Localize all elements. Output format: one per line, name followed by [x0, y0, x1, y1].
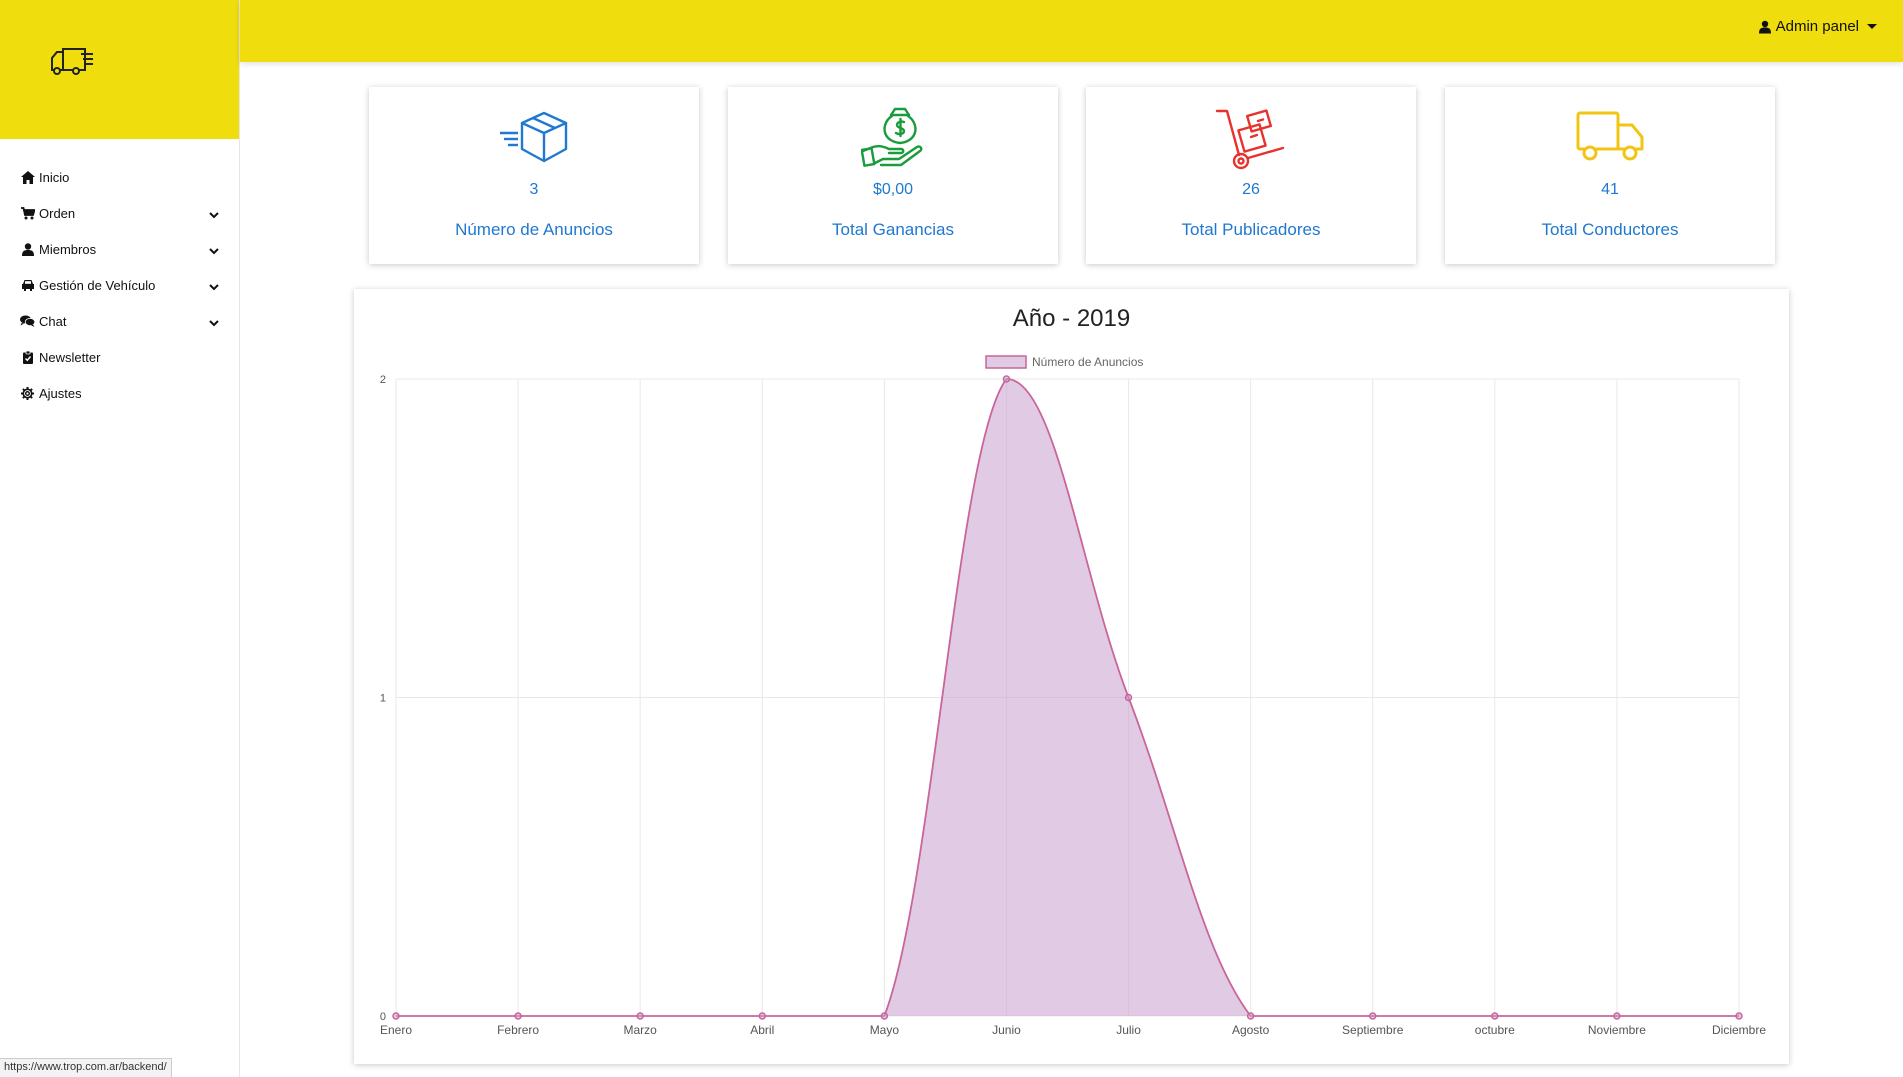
home-icon — [20, 170, 35, 185]
stat-value: 41 — [1601, 181, 1619, 198]
x-tick-label: Enero — [380, 1023, 412, 1037]
sidebar-item-label: Miembros — [39, 241, 97, 257]
stat-label: Total Conductores — [1541, 220, 1679, 239]
box-icon — [500, 111, 568, 163]
stat-value: $0,00 — [872, 181, 914, 198]
cart-icon — [20, 206, 35, 221]
user-icon — [20, 242, 35, 257]
stat-card-anuncios[interactable]: 3 Número de Anuncios — [369, 87, 699, 264]
stat-card-conductores[interactable]: 41 Total Conductores — [1445, 87, 1775, 264]
stat-value: 3 — [529, 181, 539, 198]
x-tick-label: octubre — [1475, 1023, 1515, 1037]
sidebar-menu: Inicio Orden Miembros Gestión de Vehícul… — [0, 139, 239, 411]
x-tick-label: Marzo — [624, 1023, 658, 1037]
x-tick-label: Mayo — [870, 1023, 900, 1037]
status-bar-url: https://www.trop.com.ar/backend/ — [0, 1058, 172, 1077]
car-icon — [20, 278, 35, 293]
data-point — [1246, 1012, 1255, 1020]
x-tick-label: Junio — [992, 1023, 1021, 1037]
data-point — [1124, 693, 1133, 702]
sidebar-item-miembros[interactable]: Miembros — [0, 231, 239, 267]
sidebar-item-newsletter[interactable]: Newsletter — [0, 339, 239, 375]
data-point — [758, 1012, 767, 1020]
gear-icon — [20, 386, 35, 401]
x-tick-label: Diciembre — [1712, 1023, 1766, 1037]
chart-card: Año - 2019 0 1 2 Enero Febrero Marzo Abril Mayo… — [354, 289, 1789, 1064]
stat-card-publicadores[interactable]: 26 Total Publicadores — [1086, 87, 1416, 264]
chat-icon — [20, 314, 35, 329]
hand-truck-icon — [1215, 109, 1285, 170]
sidebar-item-label: Orden — [39, 205, 76, 221]
sidebar-item-gestion-vehiculo[interactable]: Gestión de Vehículo — [0, 267, 239, 303]
legend-swatch — [985, 355, 1027, 369]
top-navbar: Admin panel — [240, 0, 1903, 62]
sidebar-item-label: Ajustes — [39, 385, 82, 401]
sidebar-item-label: Newsletter — [39, 349, 101, 365]
y-tick-label: 1 — [380, 693, 386, 705]
data-point — [636, 1012, 644, 1020]
data-point — [1491, 1012, 1499, 1020]
data-point — [1368, 1012, 1377, 1020]
data-point — [1735, 1012, 1743, 1020]
stat-card-ganancias[interactable]: $0,00 Total Ganancias — [728, 87, 1058, 264]
sidebar-item-ajustes[interactable]: Ajustes — [0, 375, 239, 411]
sidebar-item-label: Chat — [39, 313, 67, 329]
sidebar-item-label: Inicio — [39, 169, 70, 185]
data-point — [514, 1012, 522, 1020]
sidebar-item-inicio[interactable]: Inicio — [0, 159, 239, 195]
x-tick-label: Julio — [1116, 1023, 1141, 1037]
chevron-down-icon[interactable] — [209, 243, 219, 258]
sidebar-item-orden[interactable]: Orden — [0, 195, 239, 231]
sidebar-item-label: Gestión de Vehículo — [39, 277, 156, 293]
x-tick-label: Febrero — [497, 1023, 539, 1037]
admin-panel-label: Admin panel — [1775, 18, 1859, 35]
stat-label: Total Ganancias — [832, 220, 954, 239]
x-tick-label: Noviembre — [1588, 1023, 1646, 1037]
sidebar-logo[interactable] — [0, 0, 239, 139]
x-tick-label: Agosto — [1232, 1023, 1270, 1037]
y-tick-label: 0 — [380, 1011, 386, 1023]
legend-label: Número de Anuncios — [1032, 355, 1143, 369]
admin-panel-dropdown[interactable]: Admin panel — [1758, 18, 1877, 35]
anuncios-area-chart: 0 1 2 Enero Febrero Marzo Abril Mayo Junio Julio A… — [380, 355, 1766, 1037]
data-point — [1613, 1012, 1621, 1020]
stat-label: Total Publicadores — [1181, 220, 1321, 239]
money-bag-hand-icon — [861, 107, 923, 167]
truck-icon — [1576, 111, 1644, 161]
data-point — [392, 1012, 400, 1020]
clipboard-check-icon — [20, 350, 35, 365]
data-point — [880, 1012, 889, 1020]
sidebar: Inicio Orden Miembros Gestión de Vehícul… — [0, 0, 240, 1077]
sidebar-item-chat[interactable]: Chat — [0, 303, 239, 339]
chevron-down-icon[interactable] — [209, 315, 219, 330]
stat-value: 26 — [1242, 181, 1260, 198]
delivery-truck-icon — [51, 48, 93, 75]
x-tick-label: Septiembre — [1342, 1023, 1404, 1037]
x-tick-label: Abril — [750, 1023, 774, 1037]
chevron-down-icon[interactable] — [209, 279, 219, 294]
data-point — [1002, 375, 1011, 383]
user-icon — [1758, 20, 1771, 34]
y-tick-label: 2 — [380, 374, 386, 386]
stat-label: Número de Anuncios — [455, 220, 613, 239]
chevron-down-icon[interactable] — [209, 207, 219, 222]
caret-down-icon — [1867, 24, 1877, 29]
